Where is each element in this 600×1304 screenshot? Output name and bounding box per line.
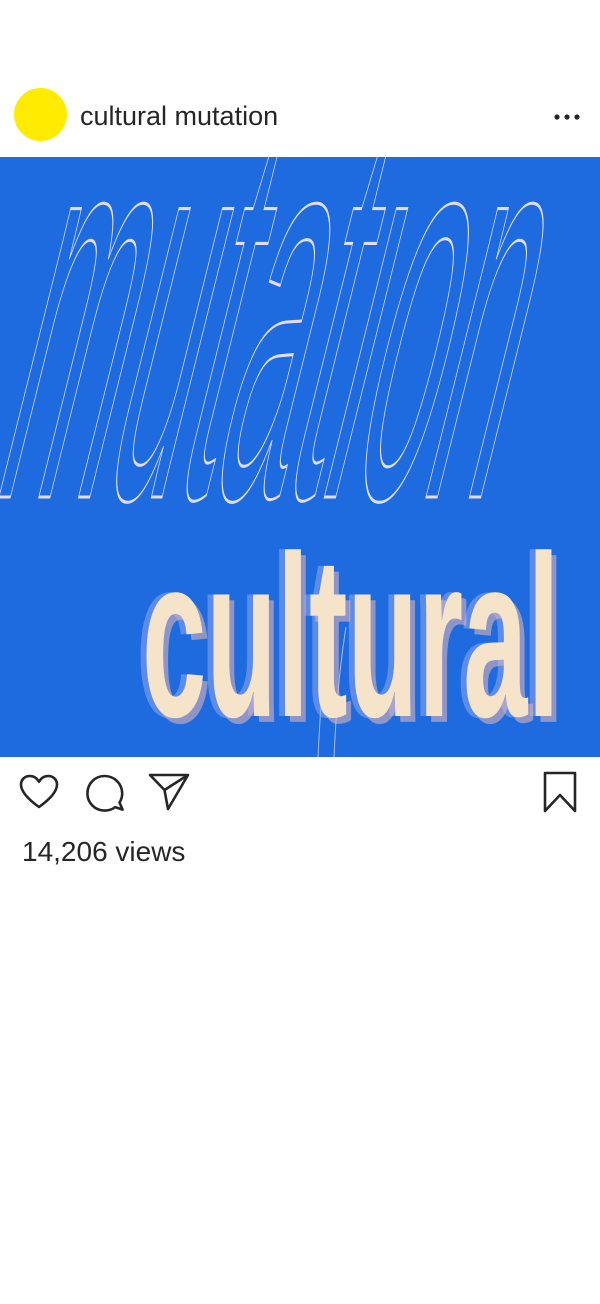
save-button[interactable] (538, 770, 582, 818)
action-bar (0, 770, 600, 820)
comment-button[interactable] (83, 770, 127, 818)
username[interactable]: cultural mutation (80, 100, 278, 132)
more-horizontal-icon (554, 107, 580, 125)
post-media[interactable]: mutation cultural cultural cultural (0, 157, 600, 757)
share-button[interactable] (147, 770, 191, 818)
heart-icon (19, 774, 59, 815)
post-image: mutation cultural cultural cultural (0, 157, 600, 757)
more-options-button[interactable] (550, 102, 584, 130)
like-button[interactable] (17, 770, 61, 818)
bookmark-icon (542, 771, 578, 818)
post-header: cultural mutation (0, 88, 600, 144)
views-count: 14,206 views (22, 836, 186, 867)
fill-word: cultural (142, 508, 560, 757)
avatar[interactable] (14, 88, 67, 141)
comment-icon (85, 772, 125, 817)
send-icon (148, 772, 190, 817)
